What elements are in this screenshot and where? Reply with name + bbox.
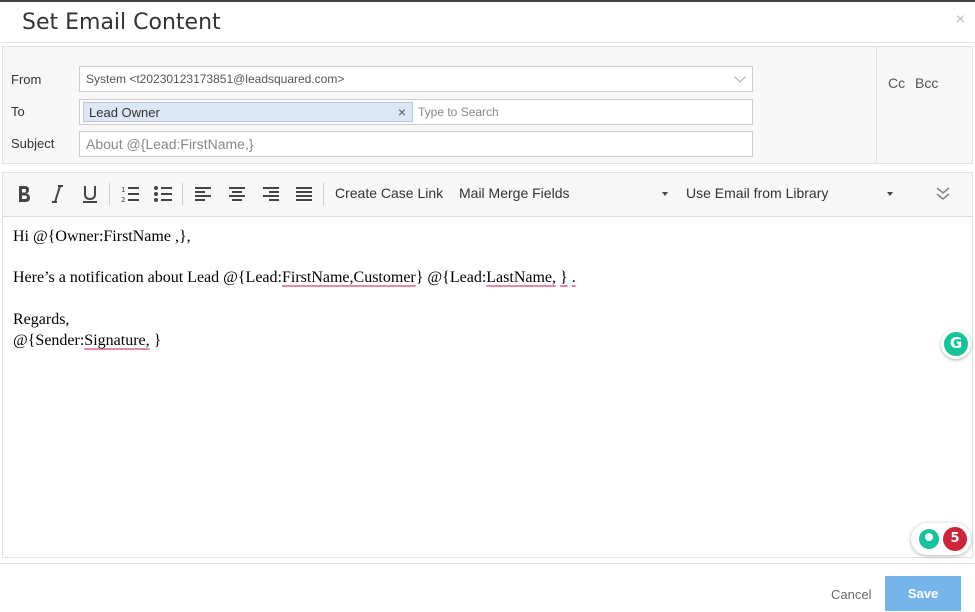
- cc-link[interactable]: Cc: [888, 75, 905, 91]
- chevron-down-icon[interactable]: [734, 71, 746, 83]
- dialog-title: Set Email Content: [22, 10, 221, 35]
- editor-toolbar: 12 Create Case Link Mail Merge Fields Us…: [2, 172, 973, 217]
- to-field[interactable]: Lead Owner ×: [79, 99, 753, 125]
- caret-down-icon[interactable]: [887, 192, 893, 196]
- grammarly-letter: G: [949, 334, 963, 352]
- grammarly-icon[interactable]: G: [941, 329, 971, 359]
- to-label: To: [11, 104, 25, 119]
- from-value: System <t20230123173851@leadsquared.com>: [86, 72, 345, 86]
- grammarly-assistant-button[interactable]: 5: [911, 523, 971, 555]
- dialog-footer: Cancel Save: [0, 563, 975, 612]
- unordered-list-icon[interactable]: [152, 183, 174, 205]
- justify-icon[interactable]: [293, 183, 315, 205]
- to-search-input[interactable]: [418, 105, 618, 119]
- align-left-icon[interactable]: [192, 183, 214, 205]
- body-text: }: [149, 332, 162, 349]
- ordered-list-icon[interactable]: 12: [119, 183, 141, 205]
- body-text: } @{Lead:: [415, 269, 487, 286]
- expand-chevron-icon[interactable]: [932, 183, 954, 205]
- subject-label: Subject: [11, 136, 55, 151]
- cancel-button[interactable]: Cancel: [831, 587, 871, 602]
- recipient-chip[interactable]: Lead Owner ×: [83, 102, 413, 122]
- body-line-notification: Here’s a notification about Lead @{Lead:…: [13, 269, 576, 287]
- recipient-chip-label: Lead Owner: [89, 105, 160, 120]
- body-line-greeting: Hi @{Owner:FirstName ,},: [13, 228, 191, 245]
- subject-value: About @{Lead:FirstName,}: [86, 136, 254, 152]
- save-button[interactable]: Save: [885, 576, 961, 611]
- underline-icon[interactable]: [79, 183, 101, 205]
- toolbar-divider: [182, 183, 183, 205]
- caret-down-icon[interactable]: [662, 192, 668, 196]
- close-icon[interactable]: ×: [956, 12, 965, 28]
- lightbulb-icon: [919, 529, 939, 549]
- align-right-icon[interactable]: [260, 183, 282, 205]
- svg-text:1: 1: [121, 186, 125, 194]
- body-text: @{Sender:: [13, 332, 85, 349]
- mail-merge-fields-dropdown[interactable]: Mail Merge Fields: [459, 185, 569, 201]
- from-select[interactable]: System <t20230123173851@leadsquared.com>: [79, 66, 753, 92]
- bold-icon[interactable]: [13, 183, 35, 205]
- create-case-link-button[interactable]: Create Case Link: [335, 185, 443, 201]
- spelling-flag: Signature,: [84, 332, 150, 349]
- spelling-flag: FirstName,Customer: [281, 269, 416, 286]
- body-line-signature: @{Sender:Signature, }: [13, 332, 161, 350]
- fields-divider: [876, 47, 877, 163]
- spelling-flag: }: [560, 269, 568, 286]
- body-text: Here’s a notification about Lead @{Lead:: [13, 269, 282, 286]
- spelling-flag: .: [571, 269, 576, 286]
- email-library-dropdown[interactable]: Use Email from Library: [686, 185, 828, 201]
- from-label: From: [11, 72, 42, 87]
- subject-input[interactable]: About @{Lead:FirstName,}: [79, 131, 753, 157]
- toolbar-divider: [109, 183, 110, 205]
- svg-text:2: 2: [121, 196, 125, 204]
- suggestion-count-badge: 5: [943, 527, 967, 551]
- toolbar-divider: [323, 183, 324, 205]
- spelling-flag: LastName,: [486, 269, 557, 286]
- align-center-icon[interactable]: [226, 183, 248, 205]
- email-fields-panel: From System <t20230123173851@leadsquared…: [2, 46, 973, 164]
- email-body-editor[interactable]: Hi @{Owner:FirstName ,}, Here’s a notifi…: [2, 217, 973, 558]
- email-content-dialog: Set Email Content × From System <t202301…: [0, 0, 975, 612]
- dialog-header: Set Email Content ×: [0, 2, 975, 43]
- remove-recipient-icon[interactable]: ×: [398, 104, 406, 120]
- italic-icon[interactable]: [46, 183, 68, 205]
- bcc-link[interactable]: Bcc: [915, 75, 938, 91]
- body-line-regards: Regards,: [13, 311, 70, 328]
